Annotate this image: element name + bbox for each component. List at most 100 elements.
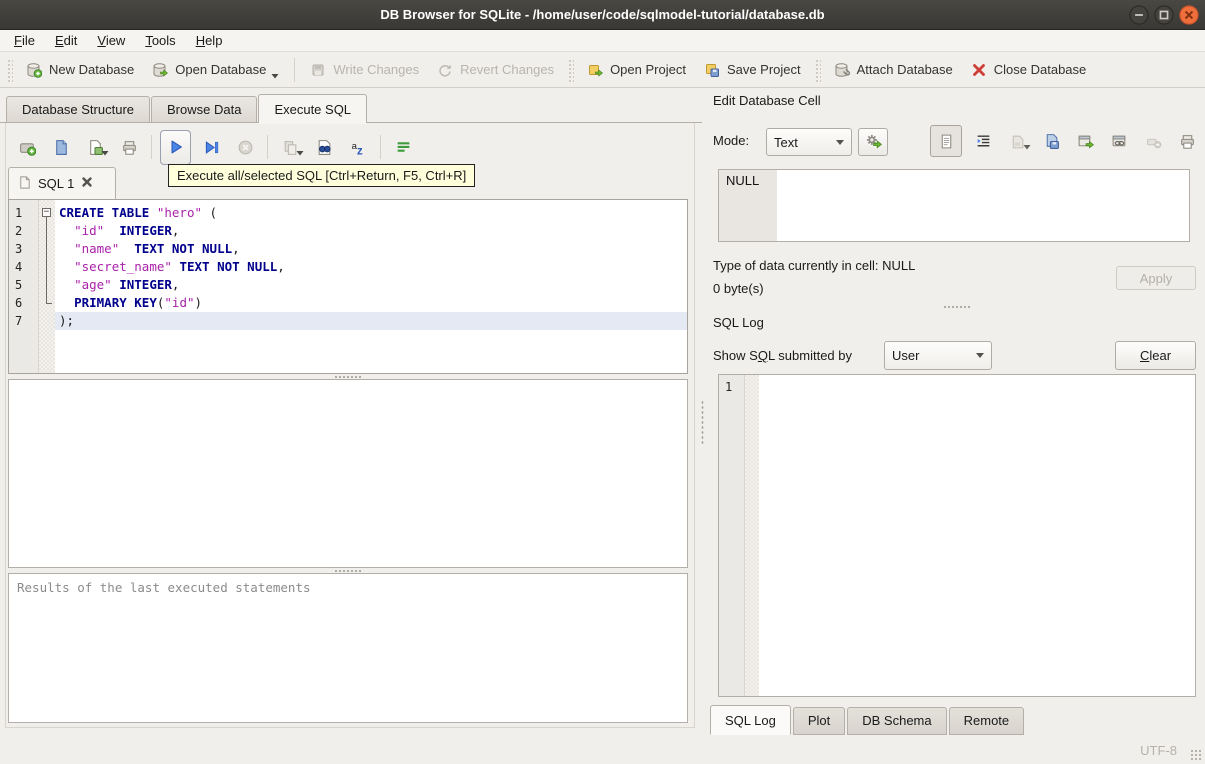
code-line-1[interactable]: CREATE TABLE "hero" ( xyxy=(55,204,687,222)
dock-tab-db-schema[interactable]: DB Schema xyxy=(847,707,947,735)
code-folding-margin[interactable]: − xyxy=(39,200,55,373)
close-database-button[interactable]: Close Database xyxy=(962,56,1096,84)
find-replace-button[interactable] xyxy=(310,133,338,161)
fold-collapse-icon[interactable]: − xyxy=(42,208,51,217)
copy-link-icon xyxy=(1111,133,1128,150)
autocomplete-button[interactable]: az xyxy=(344,133,372,161)
menu-help[interactable]: Help xyxy=(186,31,233,50)
tab-database-structure[interactable]: Database Structure xyxy=(6,96,151,123)
tab-execute-sql[interactable]: Execute SQL xyxy=(258,94,368,124)
write-changes-button[interactable]: Write Changes xyxy=(301,56,428,84)
word-wrap-button[interactable] xyxy=(389,133,417,161)
sql-document-tab[interactable]: SQL 1 xyxy=(8,167,116,199)
dropdown-caret-icon[interactable] xyxy=(271,67,279,82)
menu-edit[interactable]: Edit xyxy=(45,31,87,50)
close-button[interactable] xyxy=(1179,5,1199,25)
log-filter-select[interactable]: User xyxy=(884,341,992,370)
code-line-4[interactable]: "secret_name" TEXT NOT NULL, xyxy=(55,258,687,276)
line-number-gutter: 1 2 3 4 5 6 7 xyxy=(9,200,39,373)
execute-current-line-button[interactable] xyxy=(197,133,225,161)
dropdown-caret-icon[interactable] xyxy=(296,144,304,159)
save-sql-file-button[interactable] xyxy=(81,133,109,161)
code-line-3[interactable]: "name" TEXT NOT NULL, xyxy=(55,240,687,258)
dock-tab-plot[interactable]: Plot xyxy=(792,707,846,735)
dropdown-caret-icon[interactable] xyxy=(101,144,109,159)
print-cell-button[interactable] xyxy=(1174,128,1200,154)
autocomplete-icon: az xyxy=(350,139,367,156)
edit-cell-dock-header: Edit Database Cell xyxy=(713,92,1197,197)
sql-keyword: INTEGER xyxy=(119,223,172,238)
sql-keyword: TEXT NOT NULL xyxy=(134,241,233,256)
dock-splitter[interactable] xyxy=(701,400,704,446)
splitter-dock-sections[interactable] xyxy=(718,304,1196,309)
sql-keyword: PRIMARY KEY xyxy=(74,295,157,310)
dock-tab-remote[interactable]: Remote xyxy=(948,707,1025,735)
apply-settings-button[interactable] xyxy=(858,128,888,156)
text-mode-toggle-button[interactable] xyxy=(930,125,962,157)
attach-database-button[interactable]: Attach Database xyxy=(825,56,962,84)
clear-log-button[interactable]: Clear xyxy=(1115,341,1196,370)
menu-file[interactable]: File xyxy=(4,31,45,50)
minimize-button[interactable] xyxy=(1129,5,1149,25)
set-null-button[interactable] xyxy=(1140,128,1166,154)
encoding-indicator[interactable]: UTF-8 xyxy=(1140,743,1177,758)
cell-editor-toolbar xyxy=(926,124,1204,158)
new-sql-tab-button[interactable] xyxy=(13,133,41,161)
save-project-button[interactable]: Save Project xyxy=(695,56,810,84)
word-wrap-cell-button[interactable] xyxy=(970,128,996,154)
apply-button[interactable]: Apply xyxy=(1116,266,1196,290)
open-database-button[interactable]: Open Database xyxy=(143,51,288,88)
toolbar-drag-handle[interactable] xyxy=(813,57,821,82)
tab-label: Execute SQL xyxy=(274,102,352,117)
menu-view[interactable]: View xyxy=(87,31,135,50)
new-database-button[interactable]: New Database xyxy=(17,56,143,84)
toolbar-button-label: New Database xyxy=(49,62,135,77)
text-mode-toggle-icon xyxy=(938,133,955,150)
toolbar-drag-handle[interactable] xyxy=(6,57,13,82)
sql-editor[interactable]: 1 2 3 4 5 6 7 − CREATE TABLE "hero" ( "id" INT… xyxy=(8,199,688,374)
import-data-button[interactable] xyxy=(1004,128,1031,154)
revert-changes-button[interactable]: Revert Changes xyxy=(428,56,563,84)
edit-cell-title: Edit Database Cell xyxy=(713,92,821,108)
results-grid-pane[interactable] xyxy=(8,379,688,568)
copy-link-button[interactable] xyxy=(1106,128,1132,154)
open-in-external-button[interactable] xyxy=(1072,128,1098,154)
mode-select[interactable]: Text xyxy=(766,128,852,156)
dock-tab-sql-log[interactable]: SQL Log xyxy=(710,705,791,735)
resize-grip[interactable] xyxy=(1190,749,1202,761)
sql-log-dock-header: SQL Log xyxy=(713,314,1197,641)
maximize-button[interactable] xyxy=(1154,5,1174,25)
revert-changes-icon xyxy=(437,62,453,78)
close-tab-icon[interactable] xyxy=(80,175,94,192)
code-line-6[interactable]: PRIMARY KEY("id") xyxy=(55,294,687,312)
execute-all-button[interactable] xyxy=(160,129,191,165)
sql-code-area[interactable]: CREATE TABLE "hero" ( "id" INTEGER, "nam… xyxy=(55,200,687,373)
export-data-button[interactable] xyxy=(1038,128,1064,154)
copy-results-button[interactable] xyxy=(276,133,304,161)
print-sql-button[interactable] xyxy=(115,133,143,161)
tab-browse-data[interactable]: Browse Data xyxy=(151,96,258,123)
find-replace-icon xyxy=(316,139,333,156)
chevron-down-icon xyxy=(976,353,984,358)
log-line-number-gutter: 1 xyxy=(719,375,745,696)
open-project-button[interactable]: Open Project xyxy=(578,56,695,84)
menu-tools[interactable]: Tools xyxy=(135,31,185,50)
attach-database-icon xyxy=(834,62,850,78)
cell-editor[interactable]: NULL xyxy=(718,169,1190,242)
code-line-2[interactable]: "id" INTEGER, xyxy=(55,222,687,240)
dropdown-caret-icon[interactable] xyxy=(1023,138,1031,153)
sql-text: , xyxy=(171,223,180,238)
sql-tab-label: SQL 1 xyxy=(38,176,75,191)
results-message-pane: Results of the last executed statements xyxy=(8,573,688,723)
sql-editor-toolbar: az xyxy=(10,128,690,166)
code-line-5[interactable]: "age" INTEGER, xyxy=(55,276,687,294)
sql-identifier: "name" xyxy=(74,241,120,256)
stop-execution-button[interactable] xyxy=(231,133,259,161)
sql-text: , xyxy=(277,259,285,274)
open-sql-file-button[interactable] xyxy=(47,133,75,161)
toolbar-drag-handle[interactable] xyxy=(567,57,575,82)
sql-text: ( xyxy=(202,205,218,220)
mode-label: Mode: xyxy=(713,133,750,148)
code-line-7[interactable]: ); xyxy=(55,312,687,330)
